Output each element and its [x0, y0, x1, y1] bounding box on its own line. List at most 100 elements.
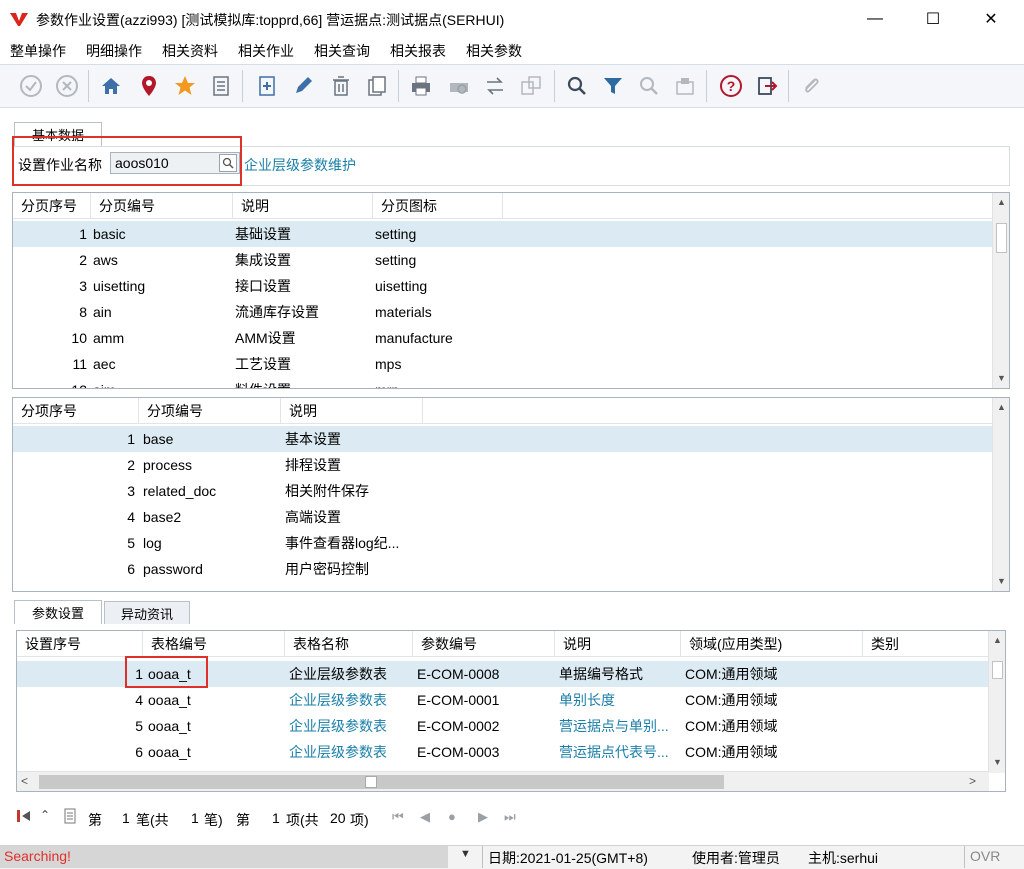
table-row[interactable]: 2 process 排程设置: [13, 452, 993, 478]
close-button[interactable]: ✕: [968, 0, 1014, 38]
table-row[interactable]: 4 base2 高端设置: [13, 504, 993, 530]
favorite-icon[interactable]: [170, 70, 200, 102]
scroll-track[interactable]: [39, 775, 724, 789]
export-icon[interactable]: [670, 70, 700, 102]
edit-icon[interactable]: [288, 70, 318, 102]
header-item-desc[interactable]: 说明: [281, 398, 423, 424]
scroll-up-icon[interactable]: ▲: [993, 398, 1009, 415]
table-row[interactable]: 5 log 事件查看器log纪...: [13, 530, 993, 556]
cell-desc: 流通库存设置: [235, 304, 319, 320]
filter-icon[interactable]: [598, 70, 628, 102]
scroll-thumb[interactable]: [365, 776, 377, 788]
header-tab-code[interactable]: 分页编号: [91, 193, 233, 219]
copy-icon[interactable]: [362, 70, 392, 102]
job-description-link[interactable]: 企业层级参数维护: [244, 155, 356, 175]
param-grid-vscrollbar[interactable]: ▲ ▼: [988, 631, 1005, 773]
table-row[interactable]: 5 ooaa_t 企业层级参数表 E-COM-0002 营运据点与单别... C…: [17, 713, 989, 739]
table-row[interactable]: 11 aec 工艺设置 mps: [13, 351, 993, 377]
maximize-button[interactable]: ☐: [910, 0, 956, 38]
cell-param-desc[interactable]: 营运据点代表号...: [559, 739, 681, 765]
header-table-code[interactable]: 表格编号: [143, 631, 285, 657]
layout-icon[interactable]: [516, 70, 546, 102]
cell-code: ain: [93, 304, 112, 320]
table-row[interactable]: 8 ain 流通库存设置 materials: [13, 299, 993, 325]
table-row[interactable]: 3 related_doc 相关附件保存: [13, 478, 993, 504]
menu-document-ops[interactable]: 整单操作: [10, 41, 66, 61]
list-icon[interactable]: [206, 70, 236, 102]
scroll-left-icon[interactable]: <: [21, 774, 28, 788]
first-page-icon[interactable]: ⏮: [392, 809, 404, 825]
switch-icon[interactable]: [480, 70, 510, 102]
table-row[interactable]: 10 amm AMM设置 manufacture: [13, 325, 993, 351]
tab-param-settings[interactable]: 参数设置: [14, 600, 102, 624]
header-param-desc[interactable]: 说明: [555, 631, 681, 657]
scroll-down-icon[interactable]: ▼: [993, 572, 1009, 589]
table-row[interactable]: 4 ooaa_t 企业层级参数表 E-COM-0001 单别长度 COM:通用领…: [17, 687, 989, 713]
cell-param-desc[interactable]: 单别长度: [559, 687, 681, 713]
cell-table-name[interactable]: 企业层级参数表: [289, 739, 411, 765]
param-grid-header: 设置序号 表格编号 表格名称 参数编号 说明 领域(应用类型) 类别: [17, 631, 989, 657]
tab-page-grid-scrollbar[interactable]: ▲ ▼: [992, 193, 1009, 388]
table-row[interactable]: 1 base 基本设置: [13, 426, 993, 452]
exit-icon[interactable]: [752, 70, 782, 102]
scroll-right-icon[interactable]: >: [969, 774, 976, 788]
table-row[interactable]: 6 password 用户密码控制: [13, 556, 993, 582]
status-dropdown-icon[interactable]: ▼: [460, 848, 471, 860]
advanced-query-icon[interactable]: [634, 70, 664, 102]
scroll-down-icon[interactable]: ▼: [989, 753, 1005, 770]
current-page-icon[interactable]: ●: [448, 809, 456, 824]
search-icon[interactable]: [562, 70, 592, 102]
cell-seq: 5: [135, 718, 143, 734]
header-category[interactable]: 类别: [863, 631, 989, 657]
header-table-name[interactable]: 表格名称: [285, 631, 413, 657]
prev-page-icon[interactable]: ◀: [420, 809, 430, 825]
minimize-button[interactable]: —: [852, 0, 898, 38]
menu-related-reports[interactable]: 相关报表: [390, 41, 446, 61]
cancel-icon[interactable]: [52, 70, 82, 102]
print-preview-icon[interactable]: [444, 70, 474, 102]
param-grid-hscrollbar[interactable]: < >: [17, 771, 989, 791]
print-icon[interactable]: [406, 70, 436, 102]
menu-related-params[interactable]: 相关参数: [466, 41, 522, 61]
collapse-icon[interactable]: ⌃: [40, 808, 50, 822]
scroll-down-icon[interactable]: ▼: [993, 369, 1009, 386]
header-tab-desc[interactable]: 说明: [233, 193, 373, 219]
menu-related-query[interactable]: 相关查询: [314, 41, 370, 61]
scroll-up-icon[interactable]: ▲: [993, 193, 1009, 210]
table-row[interactable]: 2 aws 集成设置 setting: [13, 247, 993, 273]
cell-table-name[interactable]: 企业层级参数表: [289, 713, 411, 739]
confirm-icon[interactable]: [16, 70, 46, 102]
sub-item-grid-scrollbar[interactable]: ▲ ▼: [992, 398, 1009, 591]
header-tab-seq[interactable]: 分页序号: [13, 193, 91, 219]
header-item-code[interactable]: 分项编号: [139, 398, 281, 424]
last-page-icon[interactable]: ⏭: [504, 809, 516, 825]
new-icon[interactable]: [252, 70, 282, 102]
table-row[interactable]: 6 ooaa_t 企业层级参数表 E-COM-0003 营运据点代表号... C…: [17, 739, 989, 765]
cell-param-desc[interactable]: 营运据点与单别...: [559, 713, 681, 739]
tab-change-info[interactable]: 异动资讯: [104, 601, 190, 624]
header-tab-icon[interactable]: 分页图标: [373, 193, 503, 219]
header-domain[interactable]: 领域(应用类型): [681, 631, 863, 657]
home-icon[interactable]: [96, 70, 126, 102]
header-setting-seq[interactable]: 设置序号: [17, 631, 143, 657]
menu-related-jobs[interactable]: 相关作业: [238, 41, 294, 61]
scroll-thumb[interactable]: [992, 661, 1003, 679]
scroll-up-icon[interactable]: ▲: [989, 631, 1005, 648]
help-icon[interactable]: ?: [716, 70, 746, 102]
table-row[interactable]: 12 aim 料件设置 mrp: [13, 377, 993, 388]
attachment-icon[interactable]: [796, 70, 826, 102]
header-item-seq[interactable]: 分项序号: [13, 398, 139, 424]
delete-icon[interactable]: [326, 70, 356, 102]
record-list-icon[interactable]: [62, 808, 78, 824]
menu-detail-ops[interactable]: 明细操作: [86, 41, 142, 61]
sub-item-grid: 分项序号 分项编号 说明 1 base 基本设置 2 process 排程设置 …: [12, 397, 1010, 592]
scroll-thumb[interactable]: [996, 223, 1007, 253]
location-icon[interactable]: [134, 70, 164, 102]
first-record-icon[interactable]: [16, 808, 32, 824]
next-page-icon[interactable]: ▶: [478, 809, 488, 825]
menu-related-data[interactable]: 相关资料: [162, 41, 218, 61]
table-row[interactable]: 3 uisetting 接口设置 uisetting: [13, 273, 993, 299]
cell-table-name[interactable]: 企业层级参数表: [289, 687, 411, 713]
header-param-code[interactable]: 参数编号: [413, 631, 555, 657]
table-row[interactable]: 1 basic 基础设置 setting: [13, 221, 993, 247]
